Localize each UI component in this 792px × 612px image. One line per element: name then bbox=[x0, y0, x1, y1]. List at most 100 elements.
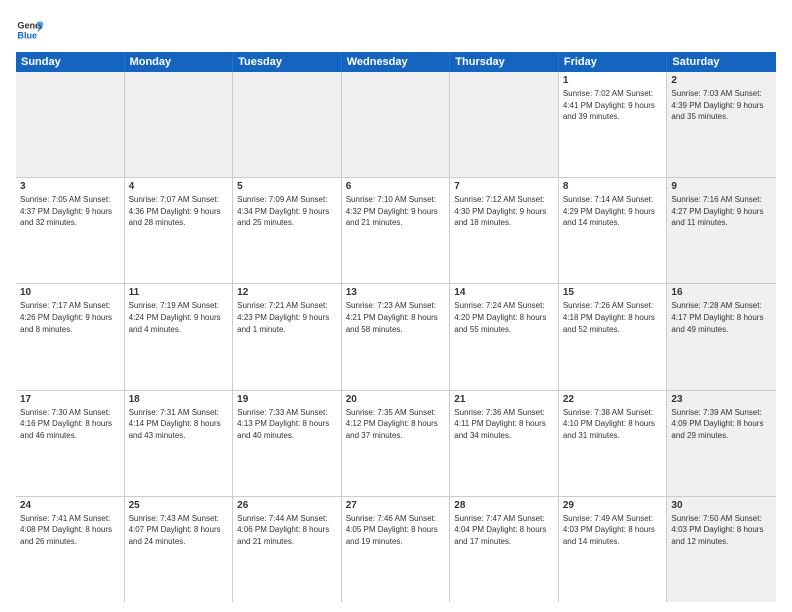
header-cell-sunday: Sunday bbox=[16, 52, 125, 72]
cell-info: Sunrise: 7:19 AM Sunset: 4:24 PM Dayligh… bbox=[129, 300, 229, 335]
calendar-cell: 2 Sunrise: 7:03 AM Sunset: 4:39 PM Daylig… bbox=[667, 72, 776, 177]
calendar-cell: 7 Sunrise: 7:12 AM Sunset: 4:30 PM Daylig… bbox=[450, 178, 559, 283]
calendar-row-1: 1Sunrise: 7:02 AM Sunset: 4:41 PM Daylig… bbox=[16, 72, 776, 178]
calendar-cell: 13Sunrise: 7:23 AM Sunset: 4:21 PM Dayli… bbox=[342, 284, 451, 389]
cell-info: Sunrise: 7:35 AM Sunset: 4:12 PM Dayligh… bbox=[346, 407, 446, 442]
calendar-cell: 24Sunrise: 7:41 AM Sunset: 4:08 PM Dayli… bbox=[16, 497, 125, 602]
cell-info: Sunrise: 7:33 AM Sunset: 4:13 PM Dayligh… bbox=[237, 407, 337, 442]
cell-info: Sunrise: 7:50 AM Sunset: 4:03 PM Dayligh… bbox=[671, 513, 772, 548]
cell-info: Sunrise: 7:02 AM Sunset: 4:41 PM Dayligh… bbox=[563, 88, 663, 123]
calendar-cell: 18 Sunrise: 7:31 AM Sunset: 4:14 PM Dayli… bbox=[125, 391, 234, 496]
day-number: 10 bbox=[20, 287, 120, 298]
calendar-header: SundayMondayTuesdayWednesdayThursdayFrid… bbox=[16, 52, 776, 72]
day-number: 22 bbox=[563, 394, 663, 405]
calendar-cell: 26Sunrise: 7:44 AM Sunset: 4:06 PM Dayli… bbox=[233, 497, 342, 602]
day-number: 9 bbox=[671, 181, 772, 192]
cell-info: Sunrise: 7:47 AM Sunset: 4:04 PM Dayligh… bbox=[454, 513, 554, 548]
day-number: 3 bbox=[20, 181, 120, 192]
calendar: SundayMondayTuesdayWednesdayThursdayFrid… bbox=[16, 52, 776, 602]
cell-info: Sunrise: 7:21 AM Sunset: 4:23 PM Dayligh… bbox=[237, 300, 337, 335]
cell-info: Sunrise: 7:24 AM Sunset: 4:20 PM Dayligh… bbox=[454, 300, 554, 335]
day-number: 5 bbox=[237, 181, 337, 192]
cell-info: Sunrise: 7:44 AM Sunset: 4:06 PM Dayligh… bbox=[237, 513, 337, 548]
calendar-cell: 5 Sunrise: 7:09 AM Sunset: 4:34 PM Daylig… bbox=[233, 178, 342, 283]
calendar-cell: 19 Sunrise: 7:33 AM Sunset: 4:13 PM Dayli… bbox=[233, 391, 342, 496]
day-number: 29 bbox=[563, 500, 663, 511]
calendar-cell: 9 Sunrise: 7:16 AM Sunset: 4:27 PM Daylig… bbox=[667, 178, 776, 283]
calendar-cell: 28Sunrise: 7:47 AM Sunset: 4:04 PM Dayli… bbox=[450, 497, 559, 602]
cell-info: Sunrise: 7:03 AM Sunset: 4:39 PM Dayligh… bbox=[671, 88, 772, 123]
cell-info: Sunrise: 7:12 AM Sunset: 4:30 PM Dayligh… bbox=[454, 194, 554, 229]
cell-info: Sunrise: 7:36 AM Sunset: 4:11 PM Dayligh… bbox=[454, 407, 554, 442]
cell-info: Sunrise: 7:46 AM Sunset: 4:05 PM Dayligh… bbox=[346, 513, 446, 548]
day-number: 19 bbox=[237, 394, 337, 405]
cell-info: Sunrise: 7:28 AM Sunset: 4:17 PM Dayligh… bbox=[671, 300, 772, 335]
calendar-row-2: 3 Sunrise: 7:05 AM Sunset: 4:37 PM Daylig… bbox=[16, 178, 776, 284]
cell-info: Sunrise: 7:30 AM Sunset: 4:16 PM Dayligh… bbox=[20, 407, 120, 442]
cell-info: Sunrise: 7:17 AM Sunset: 4:26 PM Dayligh… bbox=[20, 300, 120, 335]
header-cell-monday: Monday bbox=[125, 52, 234, 72]
day-number: 12 bbox=[237, 287, 337, 298]
header-cell-tuesday: Tuesday bbox=[233, 52, 342, 72]
svg-text:Blue: Blue bbox=[17, 30, 37, 40]
calendar-cell: 14 Sunrise: 7:24 AM Sunset: 4:20 PM Dayli… bbox=[450, 284, 559, 389]
day-number: 2 bbox=[671, 75, 772, 86]
day-number: 8 bbox=[563, 181, 663, 192]
calendar-cell: 6 Sunrise: 7:10 AM Sunset: 4:32 PM Daylig… bbox=[342, 178, 451, 283]
calendar-cell bbox=[16, 72, 125, 177]
cell-info: Sunrise: 7:41 AM Sunset: 4:08 PM Dayligh… bbox=[20, 513, 120, 548]
cell-info: Sunrise: 7:16 AM Sunset: 4:27 PM Dayligh… bbox=[671, 194, 772, 229]
calendar-cell: 22 Sunrise: 7:38 AM Sunset: 4:10 PM Dayli… bbox=[559, 391, 668, 496]
calendar-cell bbox=[342, 72, 451, 177]
calendar-row-5: 24Sunrise: 7:41 AM Sunset: 4:08 PM Dayli… bbox=[16, 497, 776, 602]
header-cell-saturday: Saturday bbox=[667, 52, 776, 72]
header: General Blue bbox=[16, 16, 776, 44]
calendar-cell: 21 Sunrise: 7:36 AM Sunset: 4:11 PM Dayli… bbox=[450, 391, 559, 496]
cell-info: Sunrise: 7:10 AM Sunset: 4:32 PM Dayligh… bbox=[346, 194, 446, 229]
day-number: 15 bbox=[563, 287, 663, 298]
calendar-cell: 10 Sunrise: 7:17 AM Sunset: 4:26 PM Dayli… bbox=[16, 284, 125, 389]
calendar-cell: 16 Sunrise: 7:28 AM Sunset: 4:17 PM Dayli… bbox=[667, 284, 776, 389]
cell-info: Sunrise: 7:31 AM Sunset: 4:14 PM Dayligh… bbox=[129, 407, 229, 442]
calendar-row-4: 17 Sunrise: 7:30 AM Sunset: 4:16 PM Dayli… bbox=[16, 391, 776, 497]
day-number: 20 bbox=[346, 394, 446, 405]
calendar-cell bbox=[125, 72, 234, 177]
cell-info: Sunrise: 7:09 AM Sunset: 4:34 PM Dayligh… bbox=[237, 194, 337, 229]
day-number: 16 bbox=[671, 287, 772, 298]
calendar-cell: 3 Sunrise: 7:05 AM Sunset: 4:37 PM Daylig… bbox=[16, 178, 125, 283]
day-number: 23 bbox=[671, 394, 772, 405]
cell-info: Sunrise: 7:23 AM Sunset: 4:21 PM Dayligh… bbox=[346, 300, 446, 335]
logo-icon: General Blue bbox=[16, 16, 44, 44]
logo: General Blue bbox=[16, 16, 44, 44]
cell-info: Sunrise: 7:05 AM Sunset: 4:37 PM Dayligh… bbox=[20, 194, 120, 229]
calendar-cell: 8Sunrise: 7:14 AM Sunset: 4:29 PM Daylig… bbox=[559, 178, 668, 283]
cell-info: Sunrise: 7:38 AM Sunset: 4:10 PM Dayligh… bbox=[563, 407, 663, 442]
calendar-cell: 15 Sunrise: 7:26 AM Sunset: 4:18 PM Dayli… bbox=[559, 284, 668, 389]
calendar-cell: 25Sunrise: 7:43 AM Sunset: 4:07 PM Dayli… bbox=[125, 497, 234, 602]
day-number: 14 bbox=[454, 287, 554, 298]
day-number: 30 bbox=[671, 500, 772, 511]
day-number: 7 bbox=[454, 181, 554, 192]
calendar-cell bbox=[450, 72, 559, 177]
day-number: 21 bbox=[454, 394, 554, 405]
calendar-cell: 23Sunrise: 7:39 AM Sunset: 4:09 PM Dayli… bbox=[667, 391, 776, 496]
calendar-cell: 27 Sunrise: 7:46 AM Sunset: 4:05 PM Dayli… bbox=[342, 497, 451, 602]
page: General Blue SundayMondayTuesdayWednesda… bbox=[0, 0, 792, 612]
calendar-cell: 4Sunrise: 7:07 AM Sunset: 4:36 PM Daylig… bbox=[125, 178, 234, 283]
calendar-cell: 29Sunrise: 7:49 AM Sunset: 4:03 PM Dayli… bbox=[559, 497, 668, 602]
calendar-cell: 1Sunrise: 7:02 AM Sunset: 4:41 PM Daylig… bbox=[559, 72, 668, 177]
day-number: 6 bbox=[346, 181, 446, 192]
calendar-cell: 17 Sunrise: 7:30 AM Sunset: 4:16 PM Dayli… bbox=[16, 391, 125, 496]
cell-info: Sunrise: 7:26 AM Sunset: 4:18 PM Dayligh… bbox=[563, 300, 663, 335]
day-number: 18 bbox=[129, 394, 229, 405]
header-cell-friday: Friday bbox=[559, 52, 668, 72]
header-cell-thursday: Thursday bbox=[450, 52, 559, 72]
day-number: 27 bbox=[346, 500, 446, 511]
cell-info: Sunrise: 7:07 AM Sunset: 4:36 PM Dayligh… bbox=[129, 194, 229, 229]
calendar-body: 1Sunrise: 7:02 AM Sunset: 4:41 PM Daylig… bbox=[16, 72, 776, 602]
calendar-cell: 12 Sunrise: 7:21 AM Sunset: 4:23 PM Dayli… bbox=[233, 284, 342, 389]
day-number: 17 bbox=[20, 394, 120, 405]
cell-info: Sunrise: 7:43 AM Sunset: 4:07 PM Dayligh… bbox=[129, 513, 229, 548]
calendar-cell bbox=[233, 72, 342, 177]
day-number: 11 bbox=[129, 287, 229, 298]
